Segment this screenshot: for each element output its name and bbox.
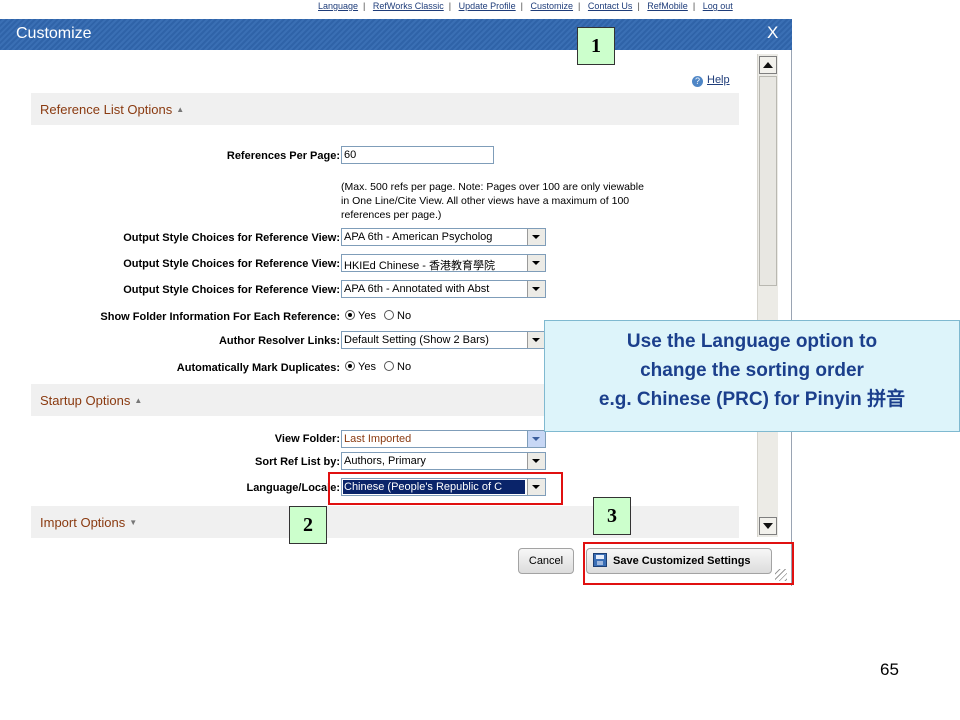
link-log-out[interactable]: Log out <box>703 1 733 11</box>
step-marker-3: 3 <box>593 497 631 535</box>
duplicates-yes-radio[interactable] <box>345 361 355 371</box>
separator: | <box>520 1 524 11</box>
dropdown-arrow-icon <box>527 332 545 348</box>
scroll-thumb[interactable] <box>759 76 777 286</box>
folder-info-radio-group: Yes No <box>345 310 416 322</box>
output-style-select-1[interactable]: APA 6th - American Psycholog <box>341 228 546 246</box>
sort-ref-list-select[interactable]: Authors, Primary <box>341 452 546 470</box>
dropdown-arrow-icon <box>527 453 545 469</box>
radio-label-yes: Yes <box>358 310 376 322</box>
author-resolver-select[interactable]: Default Setting (Show 2 Bars) <box>341 331 546 349</box>
arrow-up-icon <box>763 62 773 68</box>
link-customize[interactable]: Customize <box>531 1 574 11</box>
scroll-up-button[interactable] <box>759 56 777 74</box>
radio-label-no: No <box>397 310 412 322</box>
question-icon: ? <box>692 76 703 87</box>
select-value: HKIEd Chinese - 香港教育學院 <box>344 260 495 272</box>
dropdown-arrow-icon <box>527 229 545 245</box>
section-toggle-reference-list[interactable]: Reference List Options ▲ <box>40 102 184 117</box>
annotation-callout: Use the Language option to change the so… <box>544 320 960 432</box>
scroll-down-button[interactable] <box>759 517 777 535</box>
output-style-select-3[interactable]: APA 6th - Annotated with Abst <box>341 280 546 298</box>
page-number: 65 <box>880 660 899 679</box>
radio-label-yes: Yes <box>358 361 376 373</box>
link-refworks-classic[interactable]: RefWorks Classic <box>373 1 444 11</box>
mark-duplicates-radio-group: Yes No <box>345 361 416 373</box>
duplicates-no-radio[interactable] <box>384 361 395 371</box>
step-marker-1: 1 <box>577 27 615 65</box>
cancel-button[interactable]: Cancel <box>518 548 574 574</box>
folder-info-no-radio[interactable] <box>384 310 395 320</box>
triangle-down-icon: ▼ <box>129 518 138 527</box>
language-locale-label: Language/Locale: <box>246 482 340 494</box>
section-toggle-startup[interactable]: Startup Options ▲ <box>40 393 142 408</box>
separator: | <box>578 1 581 11</box>
link-language[interactable]: Language <box>318 1 358 11</box>
section-toggle-import[interactable]: Import Options ▼ <box>40 515 137 530</box>
output-style-label-2: Output Style Choices for Reference View: <box>123 258 340 270</box>
output-style-label-1: Output Style Choices for Reference View: <box>123 232 340 244</box>
refs-per-page-label: References Per Page: <box>226 150 340 162</box>
separator: | <box>448 1 452 11</box>
view-folder-label: View Folder: <box>274 433 340 445</box>
separator: | <box>363 1 366 11</box>
help-link[interactable]: ? Help <box>692 74 730 87</box>
section-title: Import Options <box>40 515 126 530</box>
select-value: Authors, Primary <box>344 455 426 467</box>
link-refmobile[interactable]: RefMobile <box>647 1 688 11</box>
refs-per-page-input[interactable] <box>341 146 494 164</box>
highlight-language-box <box>328 472 563 505</box>
select-value: APA 6th - Annotated with Abst <box>344 283 490 295</box>
top-links-bar: Language | RefWorks Classic | Update Profi… <box>318 1 733 16</box>
radio-label-no: No <box>397 361 412 373</box>
dropdown-arrow-icon <box>527 255 545 271</box>
author-resolver-label: Author Resolver Links: <box>218 335 340 347</box>
output-style-label-3: Output Style Choices for Reference View: <box>123 284 340 296</box>
link-update-profile[interactable]: Update Profile <box>459 1 516 11</box>
vertical-scrollbar[interactable] <box>757 54 778 537</box>
mark-duplicates-label: Automatically Mark Duplicates: <box>176 362 340 374</box>
separator: | <box>692 1 696 11</box>
select-value: Last Imported <box>344 433 412 445</box>
section-title: Startup Options <box>40 393 131 408</box>
dropdown-arrow-icon <box>527 431 545 447</box>
folder-info-label: Show Folder Information For Each Referen… <box>100 311 340 323</box>
help-label: Help <box>707 74 730 86</box>
refs-per-page-note: (Max. 500 refs per page. Note: Pages ove… <box>341 181 644 221</box>
step-marker-2: 2 <box>289 506 327 544</box>
arrow-down-icon <box>763 523 773 529</box>
section-reference-list-options: Reference List Options ▲ <box>31 93 739 125</box>
output-style-select-2[interactable]: HKIEd Chinese - 香港教育學院 <box>341 254 546 272</box>
section-import-options: Import Options ▼ <box>31 506 739 538</box>
callout-line-2: change the sorting order <box>640 360 864 381</box>
dropdown-arrow-icon <box>527 281 545 297</box>
callout-line-3: e.g. Chinese (PRC) for Pinyin 拼音 <box>598 389 906 410</box>
dialog-title-bar: Customize X <box>0 19 792 50</box>
highlight-save-box <box>583 542 794 585</box>
section-title: Reference List Options <box>40 102 173 117</box>
triangle-up-icon: ▲ <box>176 105 185 114</box>
link-contact-us[interactable]: Contact Us <box>588 1 633 11</box>
sort-ref-list-label: Sort Ref List by: <box>255 456 340 468</box>
select-value: APA 6th - American Psycholog <box>344 231 493 243</box>
separator: | <box>637 1 640 11</box>
folder-info-yes-radio[interactable] <box>345 310 355 320</box>
select-value: Default Setting (Show 2 Bars) <box>344 334 489 346</box>
triangle-up-icon: ▲ <box>134 396 143 405</box>
close-button[interactable]: X <box>767 23 778 43</box>
callout-line-1: Use the Language option to <box>626 331 878 352</box>
dialog-title: Customize <box>16 25 92 42</box>
view-folder-select[interactable]: Last Imported <box>341 430 546 448</box>
